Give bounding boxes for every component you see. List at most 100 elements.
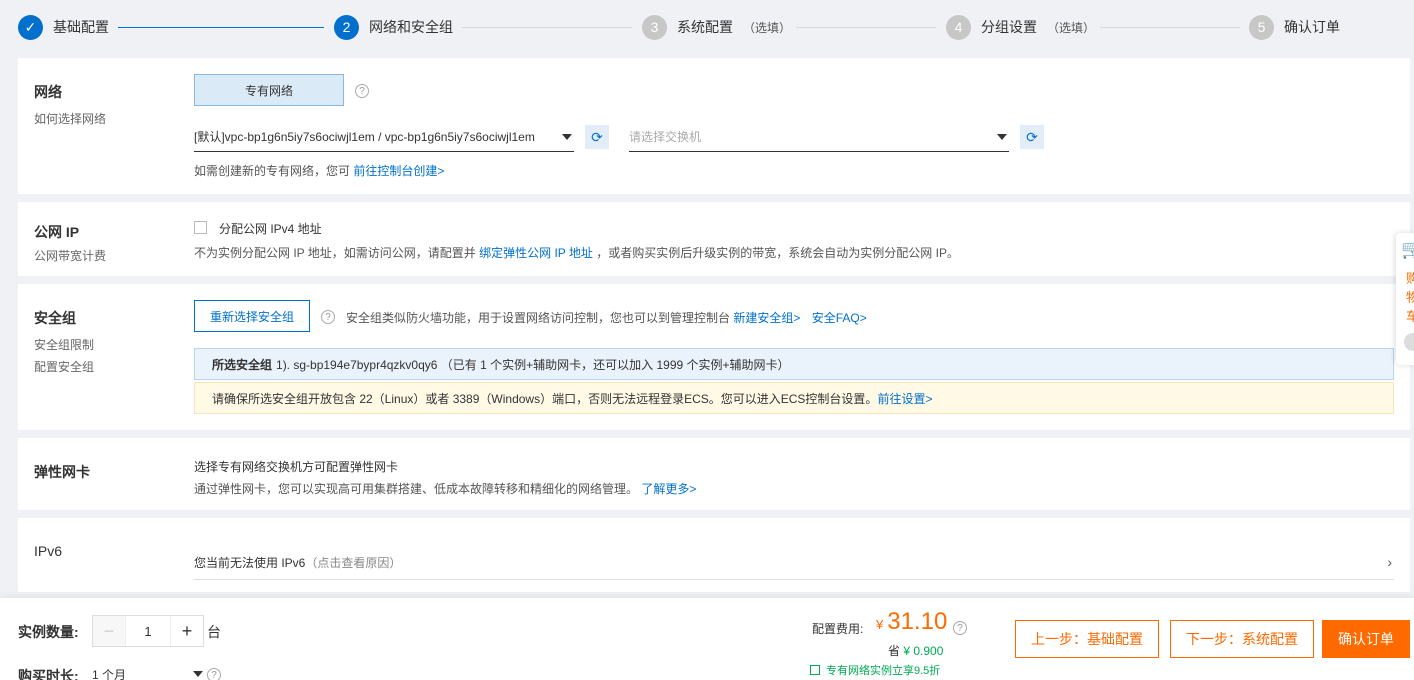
step-number: 3: [642, 14, 667, 40]
eni-panel: 弹性网卡 选择专有网络交换机方可配置弹性网卡 通过弹性网卡，您可以实现高可用集群…: [18, 438, 1410, 510]
help-icon[interactable]: ?: [207, 668, 221, 680]
qty-unit: 台: [207, 624, 221, 640]
public-ip-checkbox-label[interactable]: 分配公网 IPv4 地址: [219, 220, 322, 237]
prev-step-button[interactable]: 上一步：基础配置: [1015, 620, 1159, 658]
eni-line2: 通过弹性网卡，您可以实现高可用集群搭建、低成本故障转移和精细化的网络管理。 了解…: [194, 480, 696, 497]
step-line: [796, 27, 936, 28]
step-label: 系统配置: [677, 19, 733, 35]
ipv6-text: 您当前无法使用 IPv6: [194, 556, 306, 570]
goto-settings-link[interactable]: 前往设置>: [877, 390, 932, 407]
selected-sg-label: 所选安全组: [212, 357, 273, 372]
refresh-icon[interactable]: ⟳: [1020, 125, 1044, 149]
sg-config-link[interactable]: 配置安全组: [34, 358, 94, 375]
duration-select[interactable]: 1 个月: [92, 666, 126, 680]
qty-input[interactable]: 1: [125, 616, 171, 646]
price-currency: ¥: [876, 617, 884, 632]
step-number: 5: [1249, 14, 1274, 40]
create-vpc-link[interactable]: 前往控制台创建>: [353, 164, 444, 178]
refresh-icon[interactable]: ⟳: [585, 125, 609, 149]
step-group-settings[interactable]: 4 分组设置 （选填）: [946, 14, 1095, 40]
bind-eip-link[interactable]: 绑定弹性公网 IP 地址: [479, 246, 593, 260]
selected-sg-info: 所选安全组 1). sg-bp194e7bypr4qzkv0qy6 （已有 1 …: [194, 348, 1394, 380]
step-line: [118, 27, 324, 28]
eni-line1: 选择专有网络交换机方可配置弹性网卡: [194, 460, 399, 474]
float-cart[interactable]: 🛒 购物车: [1396, 233, 1414, 365]
network-help-link[interactable]: 如何选择网络: [34, 110, 106, 127]
ipv6-panel: IPv6 您当前无法使用 IPv6 （点击查看原因） ›: [18, 518, 1410, 592]
step-optional: （选填）: [1047, 20, 1096, 35]
step-system-config[interactable]: 3 系统配置 （选填）: [642, 14, 791, 40]
float-cart-toggle[interactable]: [1404, 333, 1414, 351]
duration-label: 购买时长:: [18, 668, 79, 680]
eni-line2-text: 通过弹性网卡，您可以实现高可用集群搭建、低成本故障转移和精细化的网络管理。: [194, 482, 639, 496]
qty-label: 实例数量:: [18, 624, 79, 640]
next-step-button[interactable]: 下一步：系统配置: [1170, 620, 1314, 658]
public-ip-title: 公网 IP: [34, 224, 80, 240]
confirm-order-button[interactable]: 确认订单: [1322, 620, 1410, 658]
network-hint-text: 如需创建新的专有网络，您可: [194, 164, 351, 178]
vpc-select[interactable]: [默认]vpc-bp1g6n5iy7s6ociwjl1em / vpc-bp1g…: [194, 122, 574, 152]
public-ip-checkbox[interactable]: [194, 221, 207, 234]
sg-desc-text: 安全组类似防火墙功能，用于设置网络访问控制，您也可以到管理控制台: [346, 311, 731, 325]
ipv6-reason-link[interactable]: （点击查看原因）: [305, 554, 401, 571]
selected-sg-value: 1). sg-bp194e7bypr4qzkv0qy6 （已有 1 个实例+辅助…: [276, 357, 790, 372]
caret-down-icon: [997, 134, 1007, 140]
price-amount: 31.10: [887, 608, 948, 635]
security-group-panel: 安全组 安全组限制 配置安全组 重新选择安全组 ? 安全组类似防火墙功能，用于设…: [18, 284, 1410, 430]
step-label: 网络和安全组: [369, 19, 453, 35]
chevron-right-icon: ›: [1387, 554, 1392, 570]
savings-value: ¥ 0.900: [903, 644, 944, 658]
vpc-button[interactable]: 专有网络: [194, 74, 344, 106]
price: ¥ 31.10: [876, 608, 947, 636]
float-cart-label: 购物车: [1406, 271, 1414, 324]
step-optional: （选填）: [743, 20, 792, 35]
public-ip-desc-pre: 不为实例分配公网 IP 地址，如需访问公网，请配置并: [194, 246, 476, 260]
switch-select-placeholder: 请选择交换机: [629, 130, 702, 144]
caret-down-icon: [562, 134, 572, 140]
eni-title: 弹性网卡: [34, 464, 90, 480]
help-icon[interactable]: ?: [355, 84, 369, 98]
step-line: [1100, 27, 1240, 28]
public-ip-panel: 公网 IP 公网带宽计费 分配公网 IPv4 地址 不为实例分配公网 IP 地址…: [18, 202, 1410, 276]
public-ip-desc: 不为实例分配公网 IP 地址，如需访问公网，请配置并 绑定弹性公网 IP 地址 …: [194, 244, 959, 261]
bandwidth-billing-link[interactable]: 公网带宽计费: [34, 247, 106, 264]
step-label: 基础配置: [53, 19, 109, 35]
quantity-stepper: − 1 +: [92, 615, 204, 647]
ipv6-row[interactable]: 您当前无法使用 IPv6 （点击查看原因） ›: [194, 546, 1394, 580]
qty-plus-button[interactable]: +: [171, 616, 203, 646]
security-group-title: 安全组: [34, 310, 76, 326]
qty-minus-button[interactable]: −: [93, 616, 125, 646]
switch-select[interactable]: 请选择交换机: [629, 122, 1009, 152]
ipv6-title: IPv6: [34, 543, 63, 559]
vpc-select-value: [默认]vpc-bp1g6n5iy7s6ociwjl1em / vpc-bp1g…: [194, 130, 535, 144]
step-line: [462, 27, 632, 28]
reselect-sg-button[interactable]: 重新选择安全组: [194, 300, 310, 332]
savings: 省 ¥ 0.900: [888, 642, 943, 659]
step-basic-config[interactable]: ✓ 基础配置: [18, 14, 109, 40]
sg-limit-link[interactable]: 安全组限制: [34, 336, 94, 353]
promo-text: 专有网络实例立享9.5折: [826, 665, 941, 677]
help-icon[interactable]: ?: [953, 621, 967, 635]
promo: 专有网络实例立享9.5折: [810, 662, 940, 678]
public-ip-desc-post: ，或者购买实例后升级实例的带宽，系统会自动为实例分配公网 IP。: [596, 246, 959, 260]
bottom-bar: 实例数量: − 1 + 台 购买时长: 1 个月 ? 配置费用: ¥ 31.10…: [0, 598, 1414, 680]
check-icon: ✓: [18, 14, 43, 40]
cart-icon: 🛒: [1401, 239, 1414, 259]
step-number: 4: [946, 14, 971, 40]
new-sg-link[interactable]: 新建安全组>: [733, 311, 800, 325]
step-label: 分组设置: [981, 19, 1037, 35]
network-title: 网络: [34, 84, 62, 100]
step-number: 2: [334, 14, 359, 40]
sg-warning-text: 请确保所选安全组开放包含 22（Linux）或者 3389（Windows）端口…: [212, 391, 878, 406]
step-label: 确认订单: [1284, 19, 1340, 35]
step-confirm-order[interactable]: 5 确认订单: [1249, 14, 1340, 40]
caret-down-icon[interactable]: [193, 671, 203, 677]
network-panel: 网络 如何选择网络 专有网络 ? [默认]vpc-bp1g6n5iy7s6oci…: [18, 58, 1410, 194]
network-hint: 如需创建新的专有网络，您可 前往控制台创建>: [194, 162, 444, 179]
step-network-security[interactable]: 2 网络和安全组: [334, 14, 453, 40]
fee-label: 配置费用:: [812, 622, 864, 636]
learn-more-link[interactable]: 了解更多>: [641, 482, 696, 496]
sg-faq-link[interactable]: 安全FAQ>: [812, 311, 867, 325]
sg-desc: 安全组类似防火墙功能，用于设置网络访问控制，您也可以到管理控制台 新建安全组> …: [346, 309, 867, 326]
help-icon[interactable]: ?: [321, 310, 335, 324]
